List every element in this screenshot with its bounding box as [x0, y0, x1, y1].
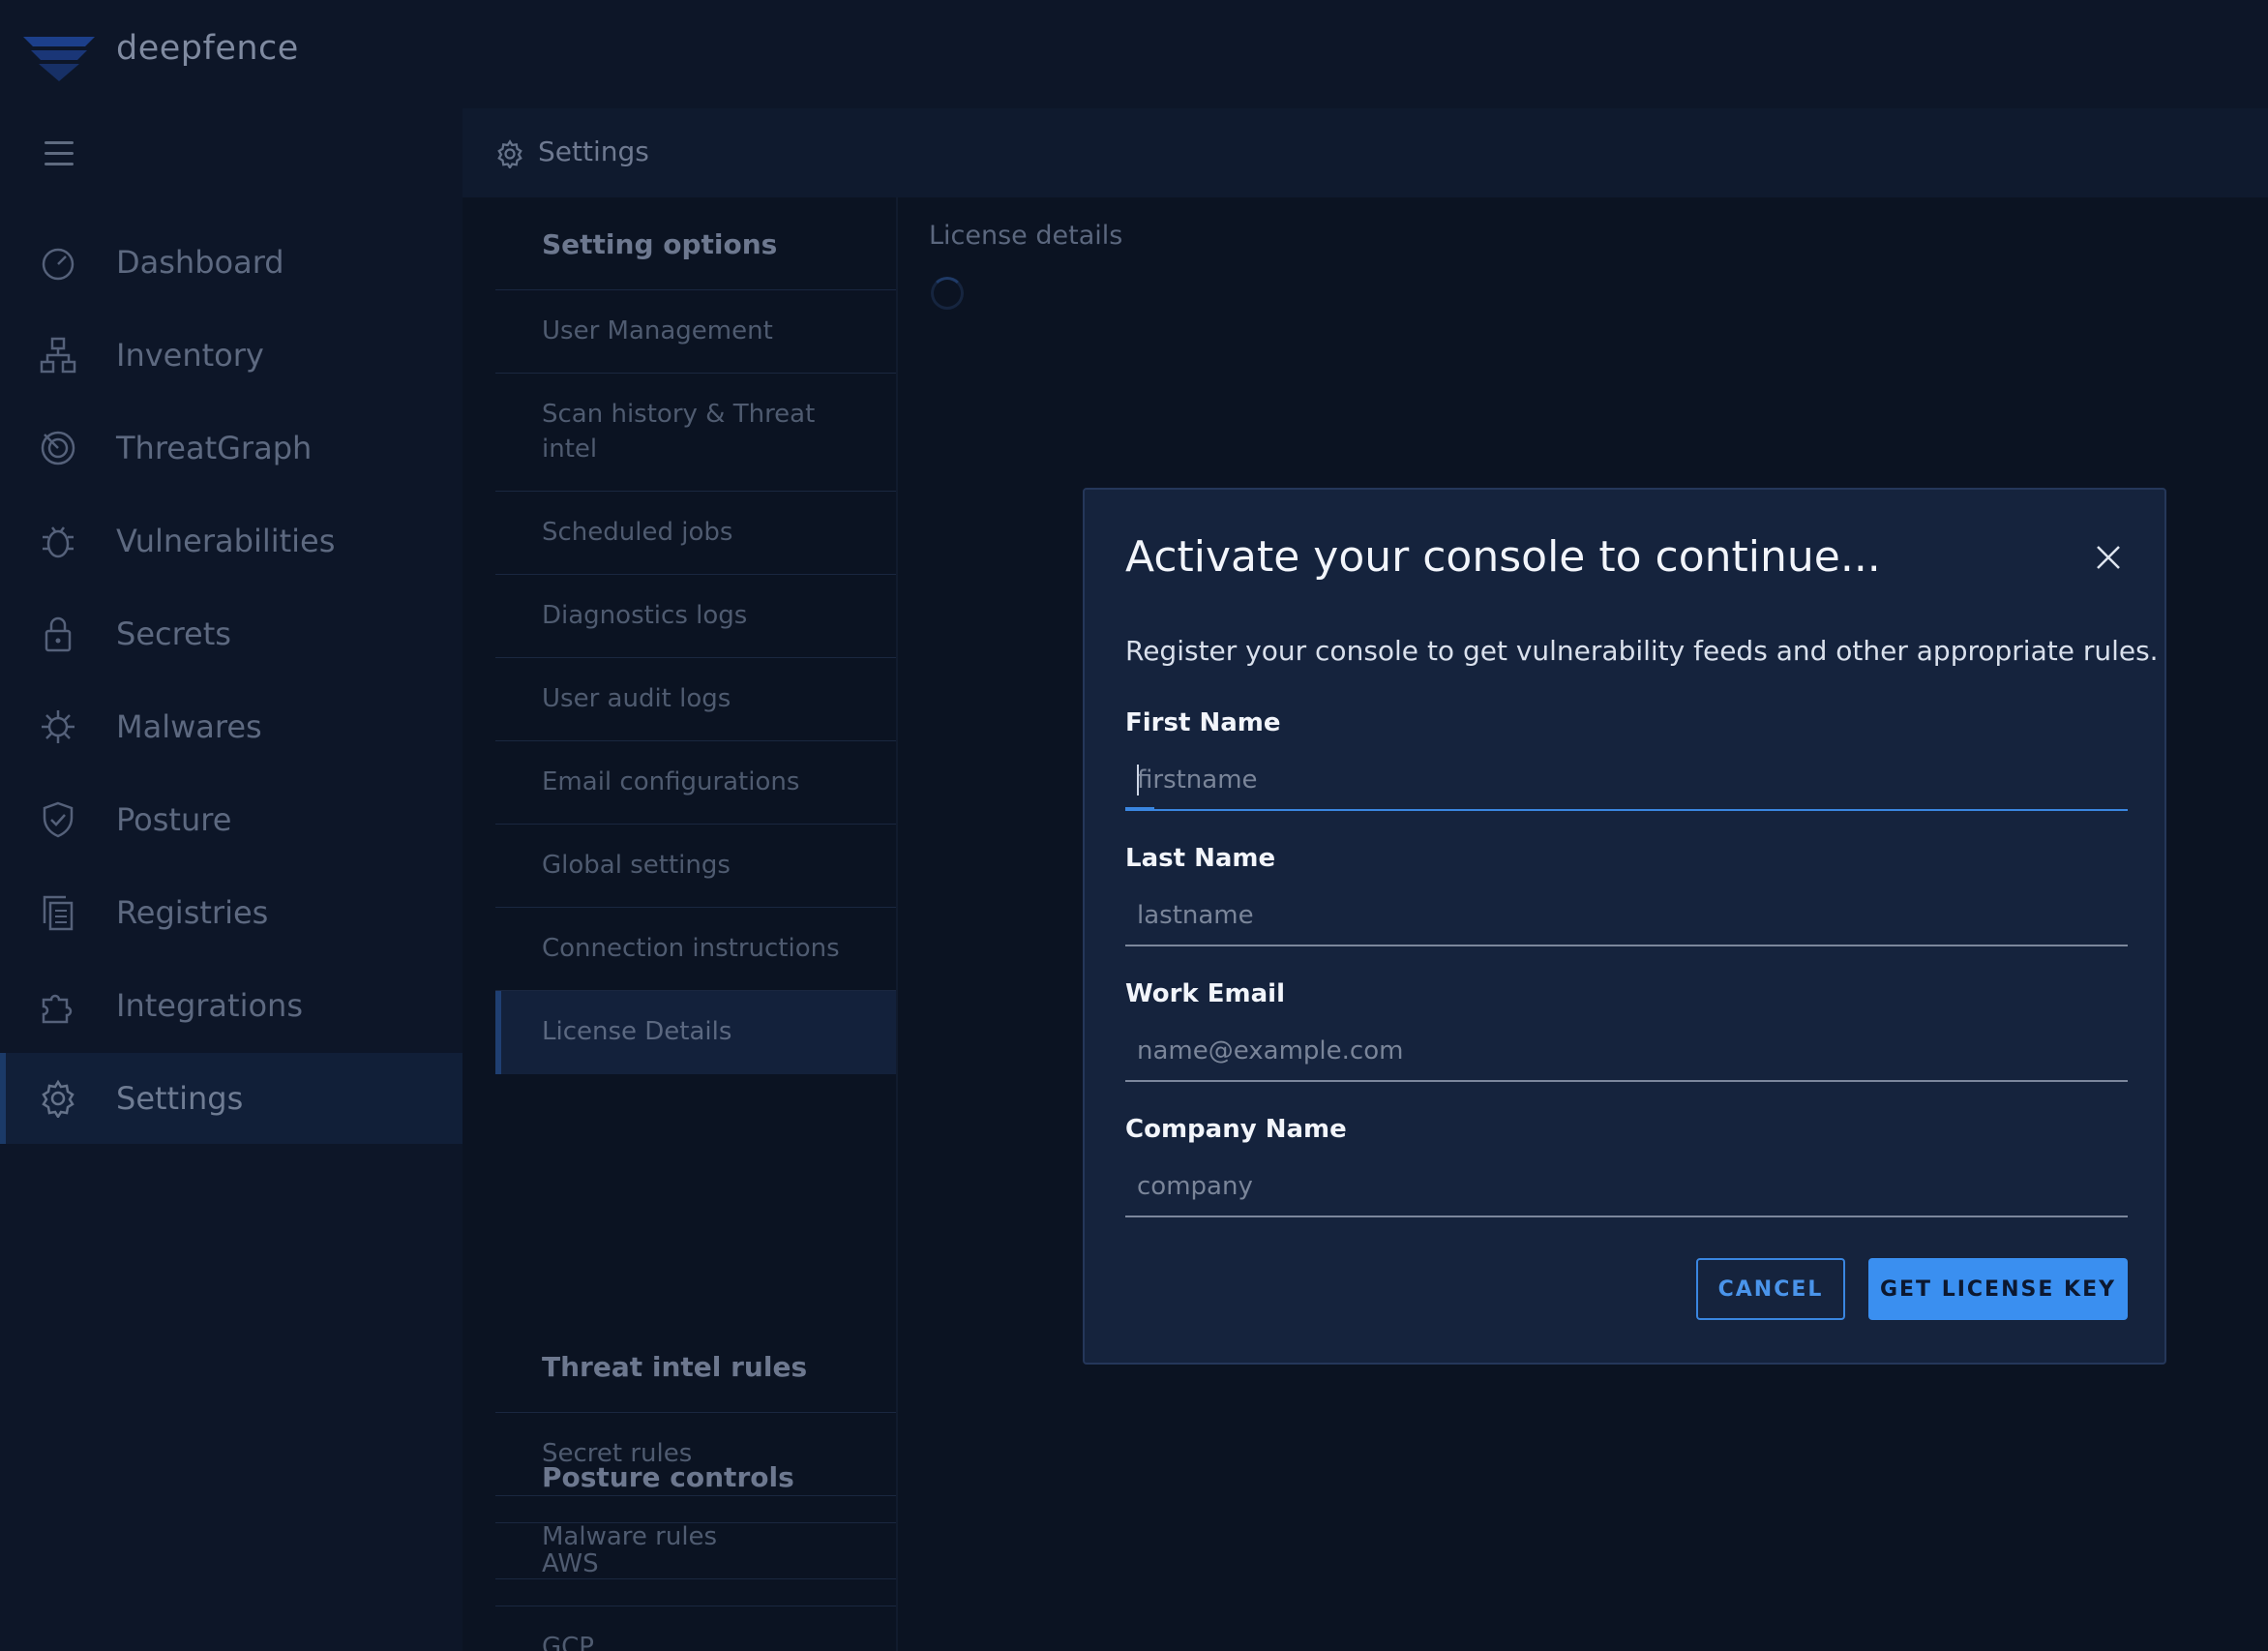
sidebar-item-malwares[interactable]: Malwares [0, 681, 463, 772]
work-email-field[interactable] [1125, 1022, 2128, 1082]
brand-name: deepfence [116, 29, 299, 68]
section-title: Setting options [542, 228, 778, 260]
sidebar-item-label: Inventory [116, 337, 264, 374]
sidebar-item-label: Registries [116, 894, 269, 931]
close-icon[interactable] [2093, 542, 2124, 573]
first-name-field[interactable] [1125, 751, 2128, 811]
sidebar-item-label: Settings [116, 1080, 244, 1117]
option-label: AWS [542, 1549, 599, 1578]
option-aws[interactable]: AWS [495, 1523, 896, 1606]
gear-icon [497, 139, 522, 168]
work-email-label: Work Email [1125, 979, 1286, 1008]
option-label: License Details [542, 1017, 732, 1046]
license-details-title: License details [929, 221, 1123, 251]
option-user-audit-logs[interactable]: User audit logs [495, 658, 896, 741]
sidebar-item-posture[interactable]: Posture [0, 774, 463, 865]
settings-options-panel-lower: Posture controls AWS GCP [495, 1430, 896, 1651]
work-email-input[interactable] [1125, 1022, 2128, 1080]
loading-spinner-icon [931, 277, 964, 310]
first-name-label: First Name [1125, 708, 1281, 737]
dashboard-icon [42, 248, 75, 281]
sidebar-item-label: Malwares [116, 708, 262, 745]
sidebar-item-registries[interactable]: Registries [0, 867, 463, 958]
malware-icon [42, 710, 75, 743]
option-scan-history[interactable]: Scan history & Threat intel [495, 374, 896, 492]
first-name-input[interactable] [1125, 751, 2128, 809]
last-name-label: Last Name [1125, 844, 1276, 873]
page-header: Settings [463, 108, 2268, 197]
section-posture-controls: Posture controls [495, 1430, 896, 1523]
sidebar-item-settings[interactable]: Settings [0, 1053, 463, 1144]
get-license-key-button[interactable]: GET LICENSE KEY [1868, 1258, 2128, 1320]
registries-icon [43, 895, 74, 931]
deepfence-logo-icon [23, 37, 95, 81]
hamburger-menu-icon[interactable] [45, 141, 74, 166]
option-label: Scan history & Threat intel [542, 400, 816, 464]
sidebar-item-label: ThreatGraph [116, 430, 313, 466]
last-name-input[interactable] [1125, 886, 2128, 945]
sidebar-item-inventory[interactable]: Inventory [0, 310, 463, 401]
option-global-settings[interactable]: Global settings [495, 825, 896, 908]
option-label: User audit logs [542, 684, 731, 713]
threatgraph-icon [41, 431, 75, 465]
section-setting-options: Setting options [495, 197, 896, 290]
activate-console-modal: Activate your console to continue... Reg… [1083, 488, 2166, 1365]
option-user-management[interactable]: User Management [495, 290, 896, 374]
inventory-icon [40, 337, 76, 374]
cancel-button[interactable]: CANCEL [1696, 1258, 1845, 1320]
option-diagnostics-logs[interactable]: Diagnostics logs [495, 575, 896, 658]
modal-description: Register your console to get vulnerabili… [1125, 635, 2159, 667]
option-label: Connection instructions [542, 934, 840, 963]
top-bar: deepfence [0, 0, 2268, 108]
sidebar-item-label: Integrations [116, 987, 303, 1024]
sidebar-item-threatgraph[interactable]: ThreatGraph [0, 403, 463, 494]
sidebar-item-vulnerabilities[interactable]: Vulnerabilities [0, 495, 463, 586]
sidebar-item-label: Dashboard [116, 244, 284, 281]
text-caret [1137, 765, 1139, 795]
sidebar-item-label: Secrets [116, 615, 231, 652]
gear-icon [42, 1079, 75, 1118]
option-license-details[interactable]: License Details [495, 991, 896, 1074]
option-label: Global settings [542, 851, 731, 880]
option-connection-instructions[interactable]: Connection instructions [495, 908, 896, 991]
option-label: Scheduled jobs [542, 518, 733, 547]
option-scheduled-jobs[interactable]: Scheduled jobs [495, 492, 896, 575]
last-name-field[interactable] [1125, 886, 2128, 946]
option-gcp[interactable]: GCP [495, 1606, 896, 1651]
sidebar-item-label: Vulnerabilities [116, 523, 336, 559]
sidebar-item-label: Posture [116, 801, 232, 838]
sidebar-item-secrets[interactable]: Secrets [0, 588, 463, 679]
company-name-label: Company Name [1125, 1115, 1347, 1144]
sidebar-item-integrations[interactable]: Integrations [0, 960, 463, 1051]
company-name-field[interactable] [1125, 1157, 2128, 1217]
panel-divider [896, 197, 898, 1651]
section-title: Threat intel rules [542, 1351, 808, 1383]
puzzle-icon [42, 994, 73, 1024]
section-title: Posture controls [542, 1461, 794, 1493]
option-email-configurations[interactable]: Email configurations [495, 741, 896, 825]
option-label: Email configurations [542, 767, 800, 796]
option-label: GCP [542, 1633, 594, 1651]
bug-icon [43, 526, 74, 558]
shield-icon [43, 801, 74, 838]
section-threat-intel-rules: Threat intel rules [495, 1320, 896, 1413]
company-name-input[interactable] [1125, 1157, 2128, 1216]
option-label: User Management [542, 316, 773, 345]
page-title: Settings [538, 135, 649, 167]
modal-title: Activate your console to continue... [1125, 532, 1881, 582]
lock-icon [45, 616, 72, 652]
option-label: Diagnostics logs [542, 601, 748, 630]
sidebar-item-dashboard[interactable]: Dashboard [0, 217, 463, 308]
